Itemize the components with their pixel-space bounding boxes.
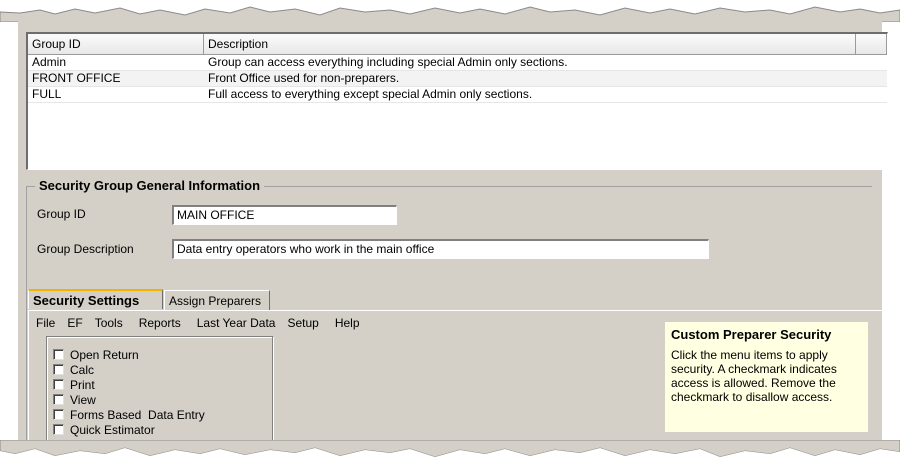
checkbox[interactable] bbox=[53, 364, 64, 375]
menu-tools[interactable]: Tools bbox=[89, 315, 129, 331]
permission-label: Open Return bbox=[70, 347, 139, 362]
table-row[interactable]: FULL Full access to everything except sp… bbox=[28, 87, 887, 103]
menu-last-year-data[interactable]: Last Year Data bbox=[187, 315, 282, 331]
security-groups-window: Group ID Description Admin Group can acc… bbox=[18, 16, 888, 464]
tab-security-settings[interactable]: Security Settings bbox=[28, 289, 163, 309]
help-panel: Custom Preparer Security Click the menu … bbox=[665, 322, 868, 432]
row-description: Group can access everything including sp… bbox=[208, 55, 568, 69]
row-description: Front Office used for non-preparers. bbox=[208, 71, 400, 85]
checkbox[interactable] bbox=[53, 349, 64, 360]
permission-item-calc[interactable]: Calc bbox=[47, 362, 273, 377]
help-title: Custom Preparer Security bbox=[671, 327, 832, 342]
permission-label: Forms Based Data Entry bbox=[70, 407, 205, 422]
checkbox[interactable] bbox=[53, 394, 64, 405]
checkbox[interactable] bbox=[53, 424, 64, 435]
permission-label: View bbox=[70, 392, 96, 407]
table-row[interactable]: FRONT OFFICE Front Office used for non-p… bbox=[28, 71, 887, 87]
group-id-label: Group ID bbox=[37, 207, 86, 221]
row-description: Full access to everything except special… bbox=[208, 87, 533, 101]
group-description-field[interactable]: Data entry operators who work in the mai… bbox=[172, 239, 709, 259]
general-information-group: Security Group General Information Group… bbox=[26, 178, 886, 464]
group-id-field[interactable]: MAIN OFFICE bbox=[172, 205, 397, 225]
menu-ef[interactable]: EF bbox=[61, 315, 88, 331]
row-group-id: Admin bbox=[32, 55, 67, 69]
torn-edge-bottom bbox=[0, 440, 900, 465]
tab-assign-preparers[interactable]: Assign Preparers bbox=[164, 290, 270, 310]
menu-setup[interactable]: Setup bbox=[281, 315, 324, 331]
permission-label: Calc bbox=[70, 362, 95, 377]
menu-reports[interactable]: Reports bbox=[129, 315, 187, 331]
security-group-list[interactable]: Group ID Description Admin Group can acc… bbox=[26, 32, 888, 170]
menu-help[interactable]: Help bbox=[325, 315, 366, 331]
row-group-id: FRONT OFFICE bbox=[32, 71, 121, 85]
permission-label: Print bbox=[70, 377, 95, 392]
permission-item-view[interactable]: View bbox=[47, 392, 273, 407]
checkbox[interactable] bbox=[53, 409, 64, 420]
row-group-id: FULL bbox=[32, 87, 62, 101]
permission-item-open-return[interactable]: Open Return bbox=[47, 347, 273, 362]
menu-file[interactable]: File bbox=[36, 315, 61, 331]
checkbox[interactable] bbox=[53, 379, 64, 390]
permissions-menubar: File EF Tools Reports Last Year Data Set… bbox=[36, 315, 366, 331]
permission-item-print[interactable]: Print bbox=[47, 377, 273, 392]
help-text: Click the menu items to apply security. … bbox=[671, 348, 837, 404]
table-row[interactable]: Admin Group can access everything includ… bbox=[28, 55, 887, 71]
column-header-filler bbox=[856, 34, 887, 54]
permission-item-forms-based-data-entry[interactable]: Forms Based Data Entry bbox=[47, 407, 273, 422]
column-header-description[interactable]: Description bbox=[204, 34, 856, 54]
permission-item-quick-estimator[interactable]: Quick Estimator bbox=[47, 422, 273, 437]
list-header: Group ID Description bbox=[28, 34, 887, 55]
group-description-label: Group Description bbox=[37, 242, 134, 256]
permission-label: Quick Estimator bbox=[70, 422, 155, 437]
security-settings-panel: File EF Tools Reports Last Year Data Set… bbox=[28, 310, 886, 464]
groupbox-title: Security Group General Information bbox=[35, 178, 265, 193]
column-header-group-id[interactable]: Group ID bbox=[28, 34, 204, 54]
